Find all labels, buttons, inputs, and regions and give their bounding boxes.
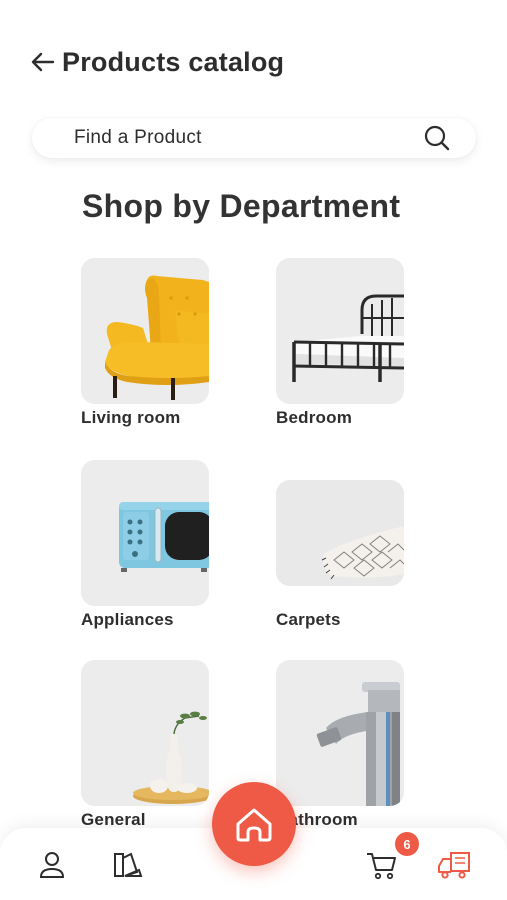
department-label: Appliances bbox=[81, 610, 174, 629]
faucet-image bbox=[276, 660, 404, 806]
header: Products catalog bbox=[30, 44, 284, 80]
department-label: Carpets bbox=[276, 610, 341, 629]
user-icon[interactable] bbox=[36, 848, 68, 882]
department-carpets[interactable]: Carpets bbox=[276, 480, 406, 629]
swatches-icon[interactable] bbox=[110, 848, 144, 882]
armchair-image bbox=[81, 258, 209, 404]
department-bathroom[interactable]: Bathroom bbox=[276, 660, 406, 829]
department-label: Living room bbox=[81, 408, 181, 427]
vase-image bbox=[81, 660, 209, 806]
carpet-image bbox=[276, 480, 404, 586]
section-title: Shop by Department bbox=[82, 188, 401, 224]
department-living-room[interactable]: Living room bbox=[81, 258, 211, 427]
home-icon bbox=[232, 804, 276, 844]
cart-count-badge: 6 bbox=[395, 832, 419, 856]
delivery-truck-icon[interactable] bbox=[436, 848, 472, 882]
search-icon[interactable] bbox=[422, 123, 452, 153]
search-input[interactable]: Find a Product bbox=[74, 127, 422, 149]
page-title: Products catalog bbox=[62, 46, 285, 77]
department-appliances[interactable]: Appliances bbox=[81, 460, 211, 629]
bed-image bbox=[276, 258, 404, 404]
department-label: General bbox=[81, 810, 146, 829]
department-bedroom[interactable]: Bedroom bbox=[276, 258, 406, 427]
cart-icon[interactable] bbox=[364, 848, 398, 882]
back-arrow-icon[interactable] bbox=[30, 49, 56, 75]
search-bar[interactable]: Find a Product bbox=[32, 118, 476, 158]
department-general[interactable]: General bbox=[81, 660, 211, 829]
home-button[interactable] bbox=[212, 782, 296, 866]
microwave-image bbox=[81, 460, 209, 606]
department-label: Bedroom bbox=[276, 408, 353, 427]
